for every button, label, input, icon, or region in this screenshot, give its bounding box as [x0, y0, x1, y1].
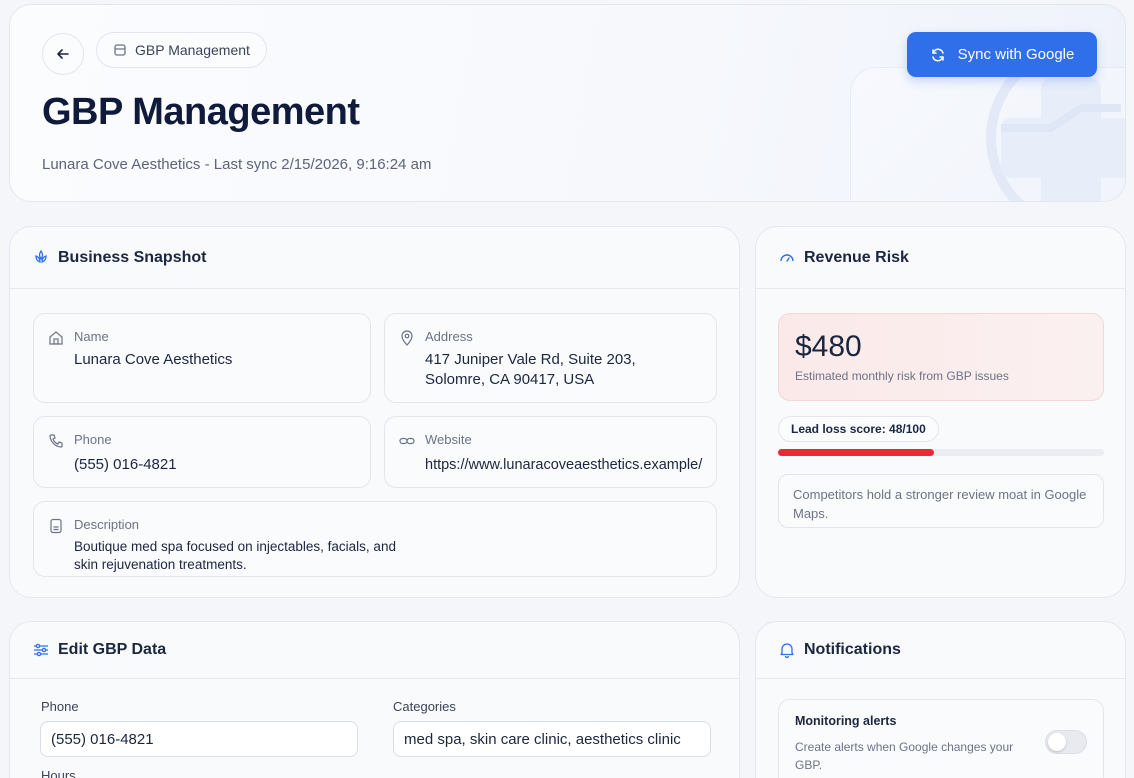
- edit-gbp-data-title: Edit GBP Data: [58, 641, 167, 658]
- risk-amount: $480: [795, 330, 862, 363]
- sync-with-google-button[interactable]: Sync with Google: [907, 32, 1097, 77]
- monitoring-alerts-box: Monitoring alerts Create alerts when Goo…: [778, 699, 1104, 778]
- website-label: Website: [425, 432, 472, 447]
- name-value: Lunara Cove Aesthetics: [74, 351, 233, 368]
- risk-note: Competitors hold a stronger review moat …: [778, 474, 1104, 528]
- page-subtitle: Lunara Cove Aesthetics - Last sync 2/15/…: [42, 156, 432, 173]
- phone-icon: [49, 434, 63, 448]
- sparkle-icon: [32, 249, 50, 267]
- revenue-risk-header: Revenue Risk: [756, 227, 1125, 289]
- business-snapshot-card: Business Snapshot Name Lunara Cove Aesth…: [9, 226, 740, 598]
- edit-hours-label: Hours: [41, 768, 76, 778]
- notifications-card: Notifications Monitoring alerts Create a…: [755, 621, 1126, 778]
- back-button[interactable]: [42, 33, 84, 75]
- edit-phone-label: Phone: [41, 699, 79, 714]
- refresh-icon: [931, 48, 944, 61]
- sliders-icon: [32, 641, 50, 659]
- revenue-risk-title: Revenue Risk: [804, 248, 909, 266]
- description-value: Boutique med spa focused on injectables,…: [74, 538, 396, 574]
- business-snapshot-title: Business Snapshot: [58, 248, 207, 266]
- monitoring-alerts-toggle[interactable]: [1045, 730, 1087, 754]
- store-icon: [114, 44, 126, 56]
- edit-categories-label: Categories: [393, 699, 456, 714]
- description-field: Description Boutique med spa focused on …: [33, 501, 717, 577]
- document-icon: [50, 518, 62, 534]
- description-line-2: skin rejuvenation treatments.: [74, 557, 247, 572]
- address-label: Address: [425, 329, 473, 344]
- arrow-left-icon: [57, 49, 69, 59]
- gauge-icon: [778, 249, 796, 267]
- edit-gbp-data-header: Edit GBP Data: [10, 622, 739, 679]
- phone-label: Phone: [74, 432, 112, 447]
- breadcrumb-label: GBP Management: [135, 42, 250, 58]
- lead-loss-progress-track: [778, 449, 1104, 456]
- phone-field: Phone (555) 016-4821: [33, 416, 371, 488]
- lead-loss-score-badge: Lead loss score: 48/100: [778, 416, 939, 442]
- medical-cross-decoration-icon: [986, 43, 1125, 201]
- revenue-risk-card: Revenue Risk $480 Estimated monthly risk…: [755, 226, 1126, 598]
- lead-loss-progress-fill: [778, 449, 935, 456]
- link-icon: [399, 437, 415, 445]
- breadcrumb[interactable]: GBP Management: [96, 32, 267, 68]
- name-field: Name Lunara Cove Aesthetics: [33, 313, 371, 403]
- monitoring-alerts-description-line-2: GBP.: [795, 758, 823, 772]
- monitoring-alerts-description-line-1: Create alerts when Google changes your: [795, 740, 1014, 754]
- monitoring-alerts-description: Create alerts when Google changes your G…: [795, 738, 1013, 774]
- home-icon: [49, 331, 63, 345]
- monitoring-alerts-title: Monitoring alerts: [795, 714, 897, 728]
- address-line-2: Solomre, CA 90417, USA: [425, 371, 595, 388]
- risk-amount-description: Estimated monthly risk from GBP issues: [795, 369, 1009, 383]
- header-decoration: [850, 43, 1125, 201]
- page-title: GBP Management: [42, 91, 360, 133]
- address-value: 417 Juniper Vale Rd, Suite 203, Solomre,…: [425, 350, 636, 390]
- edit-categories-input[interactable]: [393, 721, 711, 757]
- notifications-title: Notifications: [804, 641, 901, 658]
- location-icon: [401, 330, 413, 346]
- toggle-knob: [1048, 733, 1066, 751]
- description-label: Description: [74, 517, 140, 532]
- phone-value: (555) 016-4821: [74, 456, 177, 473]
- website-field: Website https://www.lunaracoveaesthetics…: [384, 416, 717, 488]
- address-line-1: 417 Juniper Vale Rd, Suite 203,: [425, 351, 636, 368]
- name-label: Name: [74, 329, 109, 344]
- business-snapshot-header: Business Snapshot: [10, 227, 739, 289]
- address-field: Address 417 Juniper Vale Rd, Suite 203, …: [384, 313, 717, 403]
- header-card: GBP Management GBP Management Lunara Cov…: [9, 4, 1126, 202]
- website-value[interactable]: https://www.lunaracoveaesthetics.example…: [425, 455, 702, 475]
- bell-icon: [778, 641, 796, 659]
- description-line-1: Boutique med spa focused on injectables,…: [74, 539, 396, 554]
- risk-amount-box: $480 Estimated monthly risk from GBP iss…: [778, 313, 1104, 401]
- edit-gbp-data-card: Edit GBP Data Phone Categories Hours: [9, 621, 740, 778]
- notifications-header: Notifications: [756, 622, 1125, 679]
- edit-phone-input[interactable]: [40, 721, 358, 757]
- sync-button-label: Sync with Google: [957, 46, 1075, 63]
